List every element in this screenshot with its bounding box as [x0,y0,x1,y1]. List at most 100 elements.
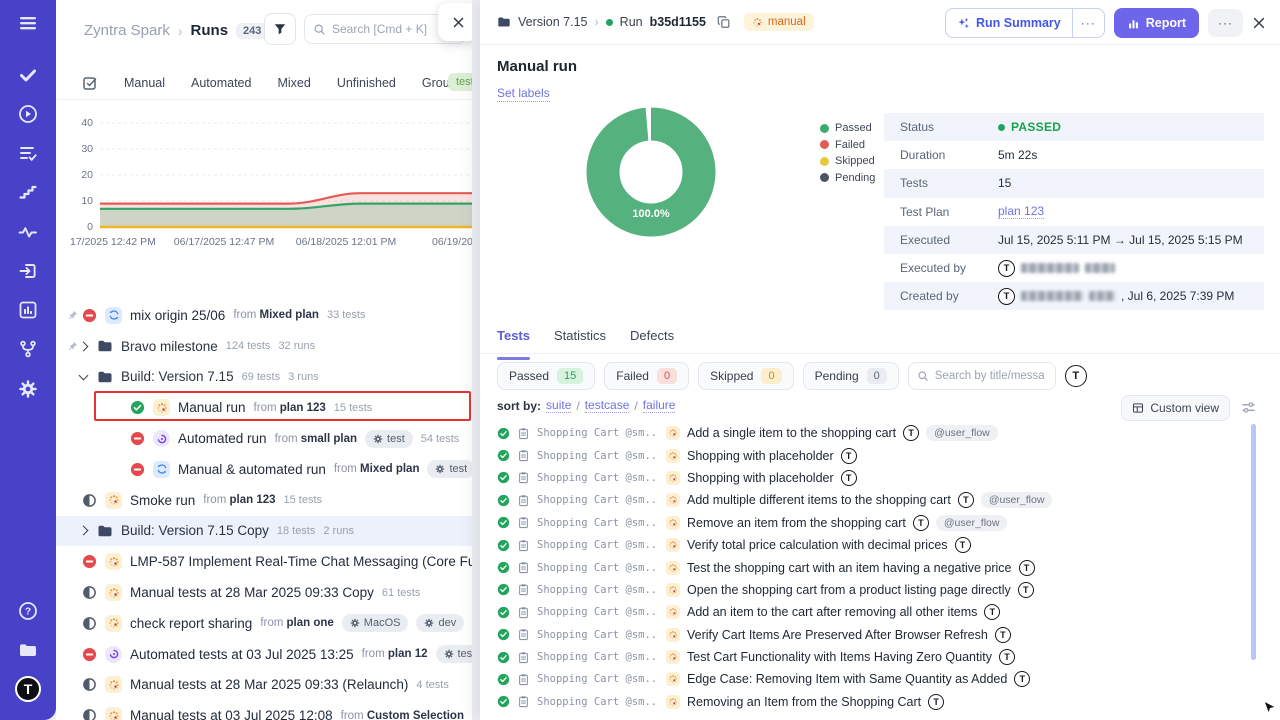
report-button[interactable]: Report [1114,8,1199,38]
menu-icon[interactable] [17,12,39,34]
run-from[interactable]: from plan one [260,617,333,629]
folder-row-bravo-milestone[interactable]: Bravo milestone 124 tests 32 runs [56,331,472,362]
user-flow-tag[interactable]: @user_flow [936,515,1008,531]
run-summary-more-button[interactable]: ··· [1073,9,1104,37]
check-icon[interactable] [17,64,39,86]
run-summary-button[interactable]: Run Summary ··· [945,8,1105,38]
more-options-button[interactable]: ··· [1208,9,1243,37]
run-from[interactable]: from plan 123 [254,402,326,414]
tests-search-input[interactable] [935,370,1045,382]
pulse-icon[interactable] [17,221,39,243]
test-row[interactable]: Shopping Cart @sm...Shopping with placeh… [497,467,1250,489]
panel-close-button[interactable] [438,3,472,41]
run-row-mix-origin[interactable]: mix origin 25/06 from Mixed plan 33 test… [56,300,472,331]
run-from[interactable]: from Mixed plan [233,309,319,321]
filter-pending-button[interactable]: Pending0 [803,362,899,390]
runs-search-input[interactable] [332,22,447,36]
run-from[interactable]: from Mixed plan [334,463,420,475]
breadcrumb-project[interactable]: Zyntra Spark [84,22,170,39]
plan-link[interactable]: plan 12 [388,648,428,660]
test-row[interactable]: Shopping Cart @sm...Test the shopping ca… [497,556,1250,578]
gear-icon[interactable] [17,378,39,400]
run-from[interactable]: from Custom Selection [341,710,464,720]
assignee-filter-avatar[interactable]: T [1065,365,1087,387]
tab-defects[interactable]: Defects [630,328,674,353]
run-row-automated-tests[interactable]: Automated tests at 03 Jul 2025 13:25 fro… [56,639,472,670]
test-row[interactable]: Shopping Cart @sm...Removing an Item fro… [497,691,1250,713]
run-row-manual-automated-run[interactable]: Manual & automated run from Mixed plan t… [56,454,472,485]
folder-row-build-715[interactable]: Build: Version 7.15 69 tests 3 runs [56,362,472,393]
test-row[interactable]: Shopping Cart @sm...Open the shopping ca… [497,579,1250,601]
run-row-smoke-run[interactable]: Smoke run from plan 123 15 tests [56,485,472,516]
sliders-icon[interactable] [1241,400,1256,415]
user-flow-tag[interactable]: @user_flow [981,492,1053,508]
filter-button[interactable] [264,13,296,45]
run-row-check-report-sharing[interactable]: check report sharing from plan one MacOS… [56,608,472,639]
test-row[interactable]: Shopping Cart @sm...Add an item to the c… [497,601,1250,623]
sort-testcase-link[interactable]: testcase [585,398,630,413]
filter-failed-button[interactable]: Failed0 [604,362,689,390]
tag-badge[interactable]: test [448,73,472,91]
play-circle-icon[interactable] [17,103,39,125]
env-tag[interactable]: test [436,645,473,663]
env-tag[interactable]: test [365,430,413,448]
user-flow-tag[interactable]: @user_flow [926,425,998,441]
env-tag[interactable]: test [427,460,472,478]
chevron-right-icon[interactable] [79,341,89,351]
plan-link[interactable]: plan 123 [229,494,275,506]
plan-link[interactable]: plan 123 [280,402,326,414]
tab-tests[interactable]: Tests [497,328,530,353]
run-from[interactable]: from plan 12 [362,648,428,660]
filter-skipped-button[interactable]: Skipped0 [698,362,794,390]
env-tag[interactable]: MacOS [342,614,409,632]
branch-icon[interactable] [17,338,39,360]
chevron-right-icon[interactable] [79,526,89,536]
test-plan-link[interactable]: plan 123 [998,204,1044,219]
test-runs-icon[interactable] [17,142,39,164]
env-tag[interactable]: dev [416,614,464,632]
test-row[interactable]: Shopping Cart @sm...Shopping with placeh… [497,444,1250,466]
custom-view-button[interactable]: Custom view [1121,395,1230,421]
plan-link[interactable]: small plan [301,433,357,445]
copy-icon[interactable] [717,15,731,29]
documents-icon[interactable] [17,639,39,661]
folder-row-build-715-copy[interactable]: Build: Version 7.15 Copy 18 tests 2 runs [56,516,472,547]
test-row[interactable]: Shopping Cart @sm...Add a single item to… [497,422,1250,444]
run-row-lmp-587[interactable]: LMP-587 Implement Real-Time Chat Messagi… [56,546,472,577]
set-labels-link[interactable]: Set labels [497,86,550,102]
user-avatar[interactable]: T [15,676,41,702]
help-icon[interactable] [17,600,39,622]
run-from[interactable]: from plan 123 [203,494,275,506]
test-row[interactable]: Shopping Cart @sm...Verify total price c… [497,534,1250,556]
sort-suite-link[interactable]: suite [546,398,571,413]
sort-failure-link[interactable]: failure [643,398,676,413]
chevron-down-icon[interactable] [79,371,89,381]
tab-automated[interactable]: Automated [191,76,251,90]
tests-scrollbar[interactable] [1251,424,1256,660]
plan-link[interactable]: Mixed plan [260,309,319,321]
plan-link[interactable]: Custom Selection [367,710,464,720]
plan-link[interactable]: Mixed plan [360,463,419,475]
tab-manual[interactable]: Manual [124,76,165,90]
run-row-manual-run[interactable]: Manual run from plan 123 15 tests [56,392,472,423]
test-row[interactable]: Shopping Cart @sm...Edge Case: Removing … [497,668,1250,690]
breadcrumb-version[interactable]: Version 7.15 [518,15,588,29]
tab-statistics[interactable]: Statistics [554,328,606,353]
test-row[interactable]: Shopping Cart @sm...Add multiple differe… [497,489,1250,511]
run-row-manual-tests-1208[interactable]: Manual tests at 03 Jul 2025 12:08 from C… [56,700,472,720]
tab-unfinished[interactable]: Unfinished [337,76,396,90]
select-all-icon[interactable] [82,75,98,91]
steps-icon[interactable] [17,181,39,203]
test-row[interactable]: Shopping Cart @sm...Test Cart Functional… [497,646,1250,668]
tab-mixed[interactable]: Mixed [277,76,310,90]
test-row[interactable]: Shopping Cart @sm...Verify Cart Items Ar… [497,624,1250,646]
filter-passed-button[interactable]: Passed15 [497,362,595,390]
run-row-automated-run[interactable]: Automated run from small plan test 54 te… [56,423,472,454]
test-row[interactable]: Shopping Cart @sm...Remove an item from … [497,512,1250,534]
plan-link[interactable]: plan one [287,617,334,629]
sign-in-icon[interactable] [17,260,39,282]
run-from[interactable]: from small plan [275,433,357,445]
run-row-manual-tests-relaunch[interactable]: Manual tests at 28 Mar 2025 09:33 (Relau… [56,670,472,701]
close-detail-icon[interactable] [1252,16,1266,30]
bar-chart-icon[interactable] [17,299,39,321]
